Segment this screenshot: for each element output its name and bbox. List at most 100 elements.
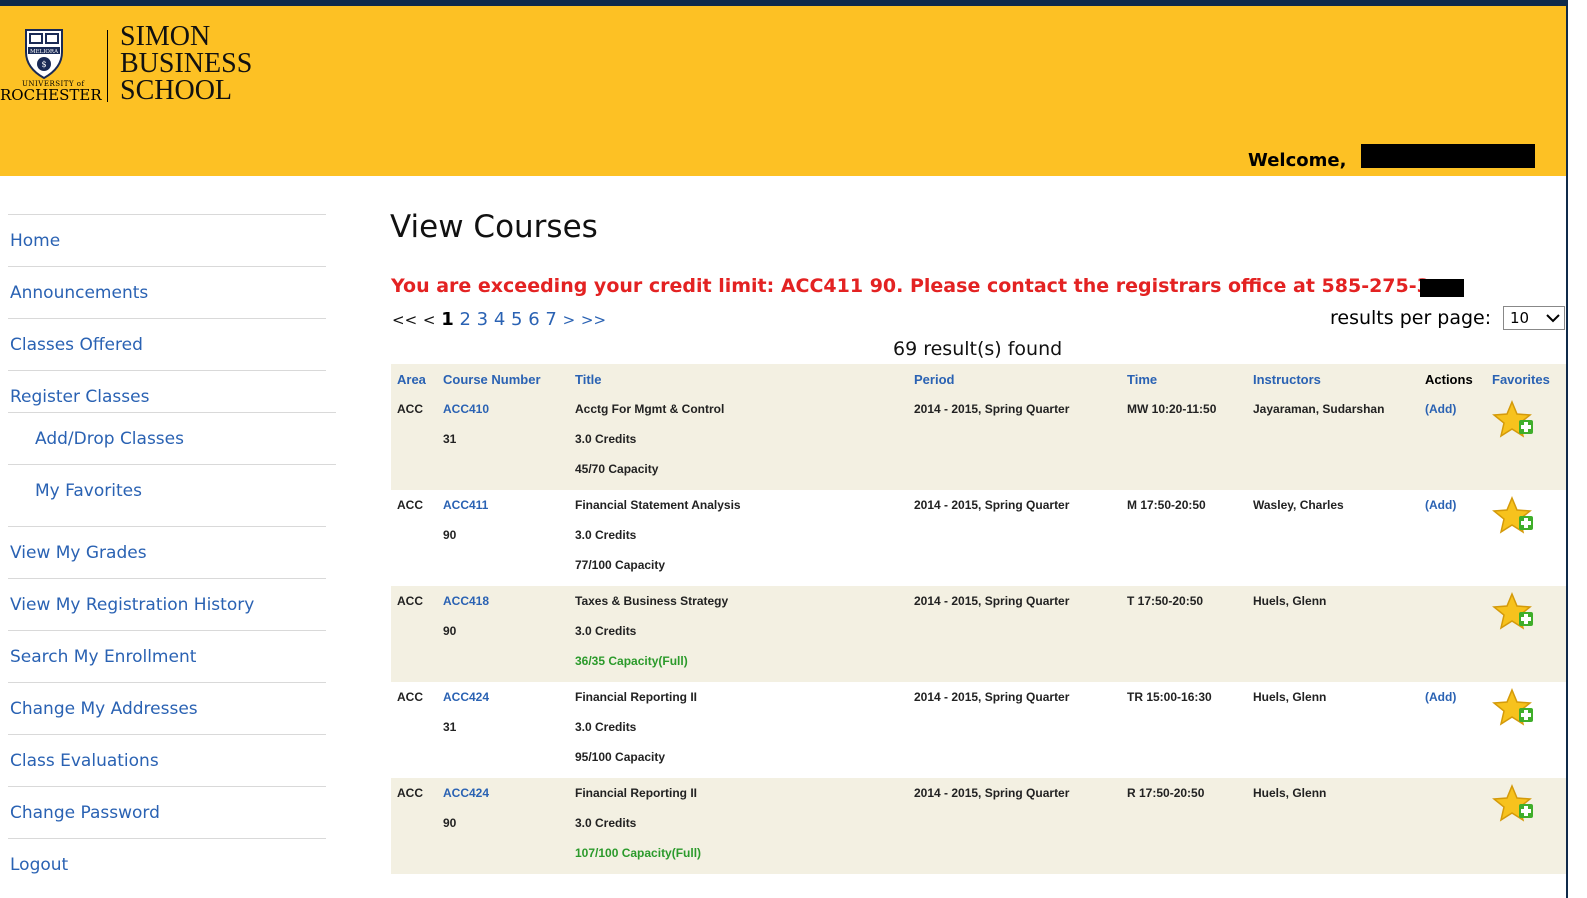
pager-page-4[interactable]: 4 <box>494 309 505 330</box>
capacity-cell: 45/70 Capacity <box>575 462 659 476</box>
col-course-number[interactable]: Course Number <box>437 364 569 394</box>
nav-change-addresses[interactable]: Change My Addresses <box>8 682 326 734</box>
course-link[interactable]: ACC410 <box>443 394 569 424</box>
table-row: ACC ACC410 31 Acctg For Mgmt & Control 3.0 C… <box>391 394 1566 490</box>
area-cell: ACC <box>397 402 423 416</box>
star-plus-icon[interactable] <box>1492 688 1536 728</box>
chevron-down-icon <box>1546 314 1560 323</box>
time-cell: R 17:50-20:50 <box>1127 786 1205 800</box>
pager-page-7[interactable]: 7 <box>545 309 556 330</box>
course-title: Acctg For Mgmt & Control <box>575 402 725 416</box>
nav-add-drop-classes[interactable]: Add/Drop Classes <box>8 412 336 463</box>
credits-cell: 3.0 Credits <box>575 624 637 638</box>
period-cell: 2014 - 2015, Spring Quarter <box>914 690 1070 704</box>
course-link[interactable]: ACC424 <box>443 778 569 808</box>
course-link[interactable]: ACC424 <box>443 682 569 712</box>
pager-first[interactable]: << <box>392 311 417 329</box>
section-cell: 90 <box>443 528 457 542</box>
area-cell: ACC <box>397 594 423 608</box>
star-plus-icon[interactable] <box>1492 592 1536 632</box>
time-cell: MW 10:20-11:50 <box>1127 402 1217 416</box>
add-link <box>1425 586 1486 616</box>
credits-cell: 3.0 Credits <box>575 816 637 830</box>
redacted-username <box>1361 144 1535 168</box>
favorite-cell <box>1486 682 1566 778</box>
rochester-label: ROCHESTER <box>0 86 102 104</box>
favorite-cell <box>1486 394 1566 490</box>
instructors-cell: Huels, Glenn <box>1253 594 1327 608</box>
pager-page-5[interactable]: 5 <box>511 309 522 330</box>
nav-classes-offered[interactable]: Classes Offered <box>8 318 326 370</box>
course-title: Financial Statement Analysis <box>575 498 741 512</box>
section-cell: 31 <box>443 720 457 734</box>
pager-prev[interactable]: < <box>423 311 436 329</box>
credits-cell: 3.0 Credits <box>575 720 637 734</box>
add-link[interactable]: (Add) <box>1425 490 1486 520</box>
results-per-page-value: 10 <box>1510 309 1530 327</box>
star-plus-icon[interactable] <box>1492 784 1536 824</box>
col-area[interactable]: Area <box>391 364 437 394</box>
capacity-cell: 77/100 Capacity <box>575 558 666 572</box>
col-title[interactable]: Title <box>569 364 908 394</box>
simon-logo[interactable]: MELIORA $ UNIVERSITY of ROCHESTER SIMON … <box>0 21 270 114</box>
nav-logout[interactable]: Logout <box>8 838 326 890</box>
col-favorites[interactable]: Favorites <box>1486 364 1566 394</box>
course-link[interactable]: ACC411 <box>443 490 569 520</box>
col-time[interactable]: Time <box>1121 364 1247 394</box>
pager-next[interactable]: > <box>563 311 576 329</box>
results-count: 69 result(s) found <box>893 338 1063 360</box>
instructors-cell: Huels, Glenn <box>1253 690 1327 704</box>
section-cell: 90 <box>443 624 457 638</box>
instructors-cell: Wasley, Charles <box>1253 498 1344 512</box>
nav-registration-history[interactable]: View My Registration History <box>8 578 326 630</box>
credits-cell: 3.0 Credits <box>575 432 637 446</box>
welcome-text: Welcome, <box>1248 150 1347 171</box>
capacity-cell: 107/100 Capacity(Full) <box>575 846 702 860</box>
course-link[interactable]: ACC418 <box>443 586 569 616</box>
table-row: ACC ACC418 90 Taxes & Business Strategy 3.0 … <box>391 586 1566 682</box>
period-cell: 2014 - 2015, Spring Quarter <box>914 498 1070 512</box>
capacity-cell: 36/35 Capacity(Full) <box>575 654 688 668</box>
add-link <box>1425 778 1486 808</box>
course-title: Financial Reporting II <box>575 690 698 704</box>
logo-line-3: SCHOOL <box>120 75 233 106</box>
area-cell: ACC <box>397 498 423 512</box>
col-period[interactable]: Period <box>908 364 1121 394</box>
favorite-cell <box>1486 586 1566 682</box>
area-cell: ACC <box>397 690 423 704</box>
pager-page-1: 1 <box>441 309 454 330</box>
star-plus-icon[interactable] <box>1492 400 1536 440</box>
nav-view-my-grades[interactable]: View My Grades <box>8 526 326 578</box>
nav-class-evaluations[interactable]: Class Evaluations <box>8 734 326 786</box>
logo-line-2: BUSINESS <box>120 48 253 79</box>
pager-last[interactable]: >> <box>581 311 606 329</box>
favorite-cell <box>1486 778 1566 874</box>
nav-announcements[interactable]: Announcements <box>8 266 326 318</box>
svg-text:$: $ <box>41 60 46 69</box>
pager-page-2[interactable]: 2 <box>459 309 470 330</box>
star-plus-icon[interactable] <box>1492 496 1536 536</box>
col-instructors[interactable]: Instructors <box>1247 364 1419 394</box>
page-title: View Courses <box>390 209 598 245</box>
pager-page-3[interactable]: 3 <box>477 309 488 330</box>
university-seal-icon: MELIORA $ <box>25 29 63 80</box>
credit-limit-alert: You are exceeding your credit limit: ACC… <box>391 275 1430 297</box>
nav-my-favorites[interactable]: My Favorites <box>8 464 336 526</box>
course-title: Financial Reporting II <box>575 786 698 800</box>
favorite-cell <box>1486 490 1566 586</box>
table-row: ACC ACC424 31 Financial Reporting II 3.0 Cre… <box>391 682 1566 778</box>
nav-home[interactable]: Home <box>8 214 326 266</box>
time-cell: M 17:50-20:50 <box>1127 498 1206 512</box>
time-cell: TR 15:00-16:30 <box>1127 690 1212 704</box>
results-per-page-select[interactable]: 10 <box>1503 306 1565 330</box>
nav-search-enrollment[interactable]: Search My Enrollment <box>8 630 326 682</box>
right-margin <box>1566 0 1587 898</box>
add-link[interactable]: (Add) <box>1425 394 1486 424</box>
pager-page-6[interactable]: 6 <box>528 309 539 330</box>
logo-line-1: SIMON <box>120 21 211 52</box>
right-border <box>1566 0 1568 898</box>
nav-change-password[interactable]: Change Password <box>8 786 326 838</box>
add-link[interactable]: (Add) <box>1425 682 1486 712</box>
section-cell: 90 <box>443 816 457 830</box>
course-title: Taxes & Business Strategy <box>575 594 729 608</box>
